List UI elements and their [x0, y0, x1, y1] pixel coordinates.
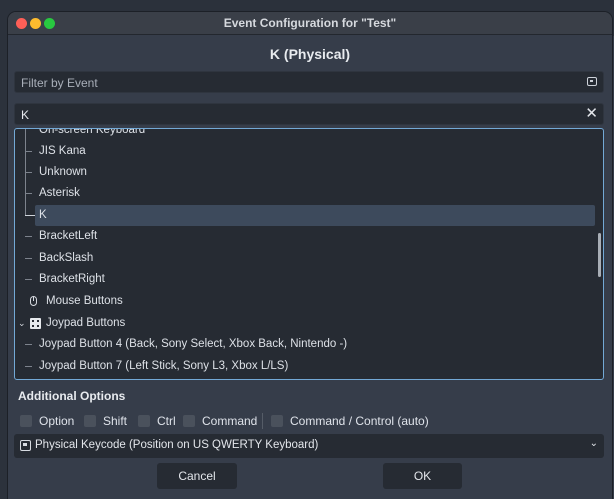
- tree-item-unknown[interactable]: Unknown: [15, 162, 595, 183]
- listen-input-icon[interactable]: [587, 77, 597, 86]
- keyboard-icon: [20, 440, 31, 451]
- options-divider: [262, 413, 263, 429]
- tree-item-backslash[interactable]: BackSlash: [15, 248, 595, 269]
- event-configuration-dialog: Event Configuration for "Test" K (Physic…: [8, 12, 612, 499]
- ok-button[interactable]: OK: [383, 463, 462, 489]
- filter-placeholder: Filter by Event: [21, 76, 98, 90]
- keycode-mode-value: Physical Keycode (Position on US QWERTY …: [35, 439, 318, 451]
- filter-by-event-field[interactable]: Filter by Event: [14, 71, 604, 93]
- tree-item-jis-kana[interactable]: JIS Kana: [15, 141, 595, 162]
- joypad-icon: [30, 318, 41, 329]
- tree-category-joypad-buttons[interactable]: ⌄ Joypad Buttons: [15, 313, 595, 334]
- keycode-mode-dropdown[interactable]: Physical Keycode (Position on US QWERTY …: [14, 434, 604, 458]
- event-search-input[interactable]: K ✕: [14, 103, 604, 125]
- additional-options-title: Additional Options: [18, 389, 125, 403]
- mouse-icon: [30, 296, 37, 306]
- window-title: Event Configuration for "Test": [224, 16, 397, 30]
- clear-icon[interactable]: ✕: [585, 105, 598, 123]
- tree-item-joypad-button-7[interactable]: Joypad Button 7 (Left Stick, Sony L3, Xb…: [15, 356, 595, 377]
- event-tree[interactable]: On-screen Keyboard JIS Kana Unknown Aste…: [14, 128, 604, 380]
- search-value: K: [21, 108, 29, 122]
- chevron-down-icon: ⌄: [590, 438, 598, 449]
- tree-category-mouse-buttons[interactable]: Mouse Buttons: [15, 291, 595, 312]
- tree-item-k-selected[interactable]: K: [15, 205, 595, 226]
- tree-item-asterisk[interactable]: Asterisk: [15, 183, 595, 204]
- title-bar: Event Configuration for "Test": [8, 12, 612, 35]
- close-window-button[interactable]: [16, 18, 27, 29]
- chevron-down-icon[interactable]: ⌄: [18, 313, 26, 334]
- tree-item-bracketleft[interactable]: BracketLeft: [15, 226, 595, 247]
- tree-item-joypad-button-4[interactable]: Joypad Button 4 (Back, Sony Select, Xbox…: [15, 334, 595, 355]
- minimize-window-button[interactable]: [30, 18, 41, 29]
- tree-scrollbar[interactable]: [598, 233, 601, 277]
- event-heading: K (Physical): [8, 46, 612, 62]
- tree-item-on-screen-keyboard[interactable]: On-screen Keyboard: [15, 128, 595, 141]
- zoom-window-button[interactable]: [44, 18, 55, 29]
- tree-item-bracketright[interactable]: BracketRight: [15, 269, 595, 290]
- cancel-button[interactable]: Cancel: [157, 463, 237, 489]
